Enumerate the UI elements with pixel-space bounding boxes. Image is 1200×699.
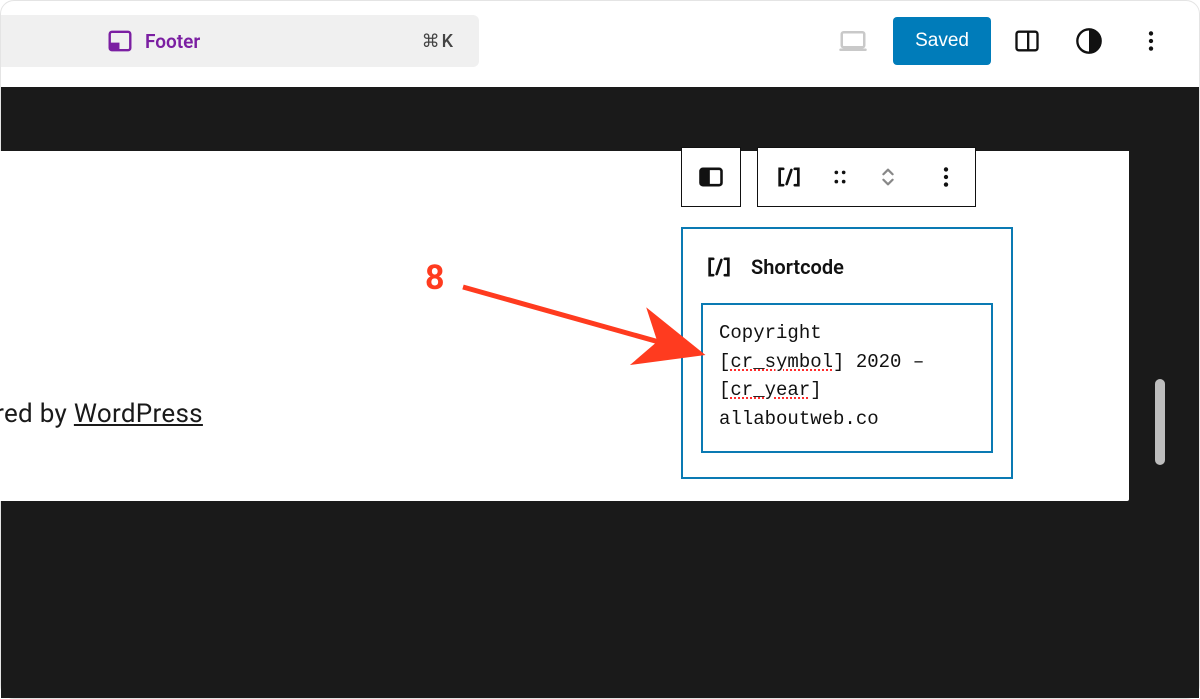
editor-stage: ered by WordPress (1, 87, 1199, 698)
move-updown-icon[interactable] (877, 163, 899, 191)
template-name-label: Footer (145, 30, 200, 53)
save-button[interactable]: Saved (893, 17, 991, 65)
parent-block-button[interactable] (681, 147, 741, 207)
command-k-shortcut: ⌘K (422, 31, 455, 52)
block-tools-group (757, 147, 917, 207)
shortcode-icon[interactable] (775, 163, 803, 191)
scrollbar-thumb[interactable] (1155, 379, 1165, 465)
topbar-right-tools: Saved (827, 1, 1199, 81)
powered-by-text: ered by (0, 399, 74, 429)
shortcode-block-title: Shortcode (751, 255, 844, 279)
view-desktop-icon[interactable] (827, 15, 879, 67)
sidebar-toggle-icon[interactable] (1001, 15, 1053, 67)
site-footer-credit: ered by WordPress (0, 399, 203, 429)
shortcode-icon (705, 253, 733, 281)
editor-topbar: Footer ⌘K Saved (1, 1, 1199, 81)
template-name-button[interactable]: Footer ⌘K (1, 15, 479, 67)
drag-handle-icon[interactable] (829, 166, 851, 188)
options-kebab-icon[interactable] (1125, 15, 1177, 67)
shortcode-block[interactable]: Shortcode Copyright[cr_symbol] 2020 –[cr… (681, 227, 1013, 479)
shortcode-textarea[interactable]: Copyright[cr_symbol] 2020 –[cr_year]alla… (701, 303, 993, 453)
shortcode-block-header: Shortcode (705, 253, 993, 281)
template-part-icon (107, 28, 133, 54)
wordpress-link[interactable]: WordPress (74, 399, 203, 429)
block-toolbar (681, 147, 976, 207)
styles-icon[interactable] (1063, 15, 1115, 67)
block-more-button[interactable] (916, 147, 976, 207)
